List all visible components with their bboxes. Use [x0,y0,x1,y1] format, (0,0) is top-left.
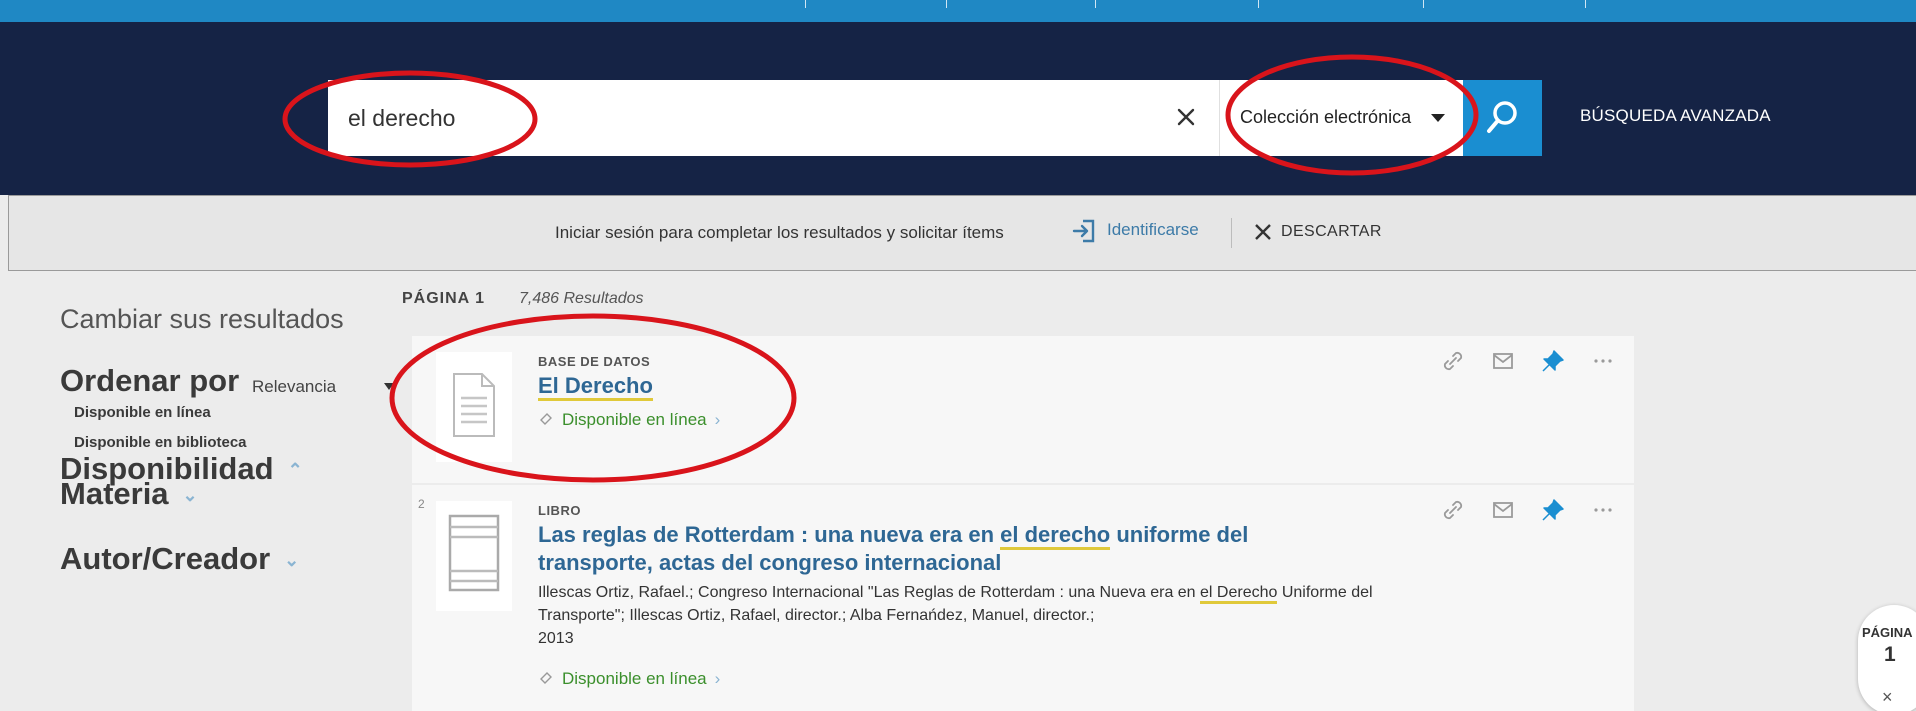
more-icon[interactable] [1590,497,1616,523]
result-actions [1440,348,1620,376]
close-icon[interactable] [1253,222,1273,242]
more-icon[interactable] [1590,348,1616,374]
sign-in-link[interactable]: Identificarse [1107,220,1199,240]
availability-link[interactable]: Disponible en línea › [538,669,720,689]
facets-title: Cambiar sus resultados [60,304,344,334]
facet-author[interactable]: Autor/Creador ⌄ [60,541,299,577]
sort-dropdown[interactable]: Relevancia [252,377,336,397]
chevron-up-icon: ⌃ [287,460,303,481]
chevron-down-icon: ⌄ [182,485,198,506]
link-icon[interactable] [1440,497,1466,523]
login-message: Iniciar sesión para completar los result… [555,223,1004,242]
document-icon [453,373,495,437]
result-type: LIBRO [538,503,581,518]
result-thumbnail[interactable] [436,501,512,611]
mail-icon[interactable] [1490,497,1516,523]
mail-icon[interactable] [1490,348,1516,374]
chevron-down-icon [1431,114,1445,122]
result-title-line2: transporte, actas del congreso internaci… [538,550,1002,575]
search-icon [1487,101,1517,133]
strip-divider [946,0,947,8]
result-item[interactable]: BASE DE DATOS El Derecho Disponible en l… [412,336,1634,483]
link-icon[interactable] [1440,348,1466,374]
sign-in-icon[interactable] [1071,218,1097,244]
link-icon [540,413,552,425]
result-thumbnail[interactable] [436,352,512,462]
result-title[interactable]: Las reglas de Rotterdam : una nueva era … [538,521,1248,577]
strip-divider [1423,0,1424,8]
facet-subject[interactable]: Materia ⌄ [60,476,198,512]
book-icon [448,514,500,592]
advanced-search-link[interactable]: BÚSQUEDA AVANZADA [1580,106,1771,126]
availability-link[interactable]: Disponible en línea › [538,410,720,430]
chevron-right-icon: › [714,669,721,688]
availability-text: Disponible en línea [562,410,707,429]
result-title-part: uniforme del [1110,522,1249,547]
page-indicator-label: PÁGINA [1862,625,1913,640]
login-bar: Iniciar sesión para completar los result… [8,195,1916,271]
pin-icon[interactable] [1540,348,1566,374]
result-actions [1440,497,1620,525]
chevron-down-icon[interactable] [384,383,394,390]
authors-part: Uniforme del [1277,584,1373,601]
top-accent-strip [0,0,1916,22]
result-index: 2 [418,497,425,511]
result-title[interactable]: El Derecho [538,372,653,401]
strip-divider [805,0,806,8]
close-icon[interactable] [1171,102,1201,132]
authors-highlight: el Derecho [1200,584,1278,604]
strip-divider [1585,0,1586,8]
dismiss-button[interactable]: DESCARTAR [1281,223,1382,241]
result-authors: Illescas Ortiz, Rafael.; Congreso Intern… [538,581,1598,650]
facets-sidebar: Cambiar sus resultados Ordenar por Relev… [0,271,400,711]
strip-divider [1258,0,1259,8]
results-header: PÁGINA 1 7,486 Resultados [402,290,644,308]
facet-subject-label: Materia [60,476,169,511]
authors-part: Illescas Ortiz, Rafael.; Congreso Intern… [538,584,1201,601]
strip-divider [1095,0,1096,8]
search-box[interactable] [328,80,1219,156]
page-indicator[interactable]: PÁGINA 1 × [1858,605,1916,711]
link-icon [540,672,552,684]
scope-dropdown[interactable]: Colección electrónica [1219,80,1463,156]
facet-option-online[interactable]: Disponible en línea [74,404,211,421]
result-title-text: El Derecho [538,373,653,401]
results-count: 7,486 Resultados [518,290,644,307]
authors-line2: Transporte"; Illescas Ortiz, Rafael, dir… [538,607,1095,624]
pin-icon[interactable] [1540,497,1566,523]
result-item[interactable]: 2 LIBRO Las reglas de Rotterdam : una nu… [412,485,1634,711]
availability-text: Disponible en línea [562,669,707,688]
result-title-highlight: el derecho [1000,522,1111,550]
facet-author-label: Autor/Creador [60,541,271,576]
result-year: 2013 [538,630,574,647]
chevron-down-icon: ⌄ [284,550,300,571]
page-label: PÁGINA 1 [402,290,485,307]
result-type: BASE DE DATOS [538,354,651,369]
facet-option-library[interactable]: Disponible en biblioteca [74,434,247,451]
search-input[interactable] [348,80,1148,156]
close-icon[interactable]: × [1882,687,1893,708]
sort-label: Ordenar por [60,363,240,398]
result-title-part: Las reglas de Rotterdam : una nueva era … [538,522,1001,547]
scope-label: Colección electrónica [1240,107,1412,127]
page-indicator-number: 1 [1884,643,1896,666]
chevron-right-icon: › [714,410,721,429]
divider [1231,218,1232,248]
search-header: Colección electrónica BÚSQUEDA AVANZADA [0,22,1916,195]
search-button[interactable] [1463,80,1542,156]
